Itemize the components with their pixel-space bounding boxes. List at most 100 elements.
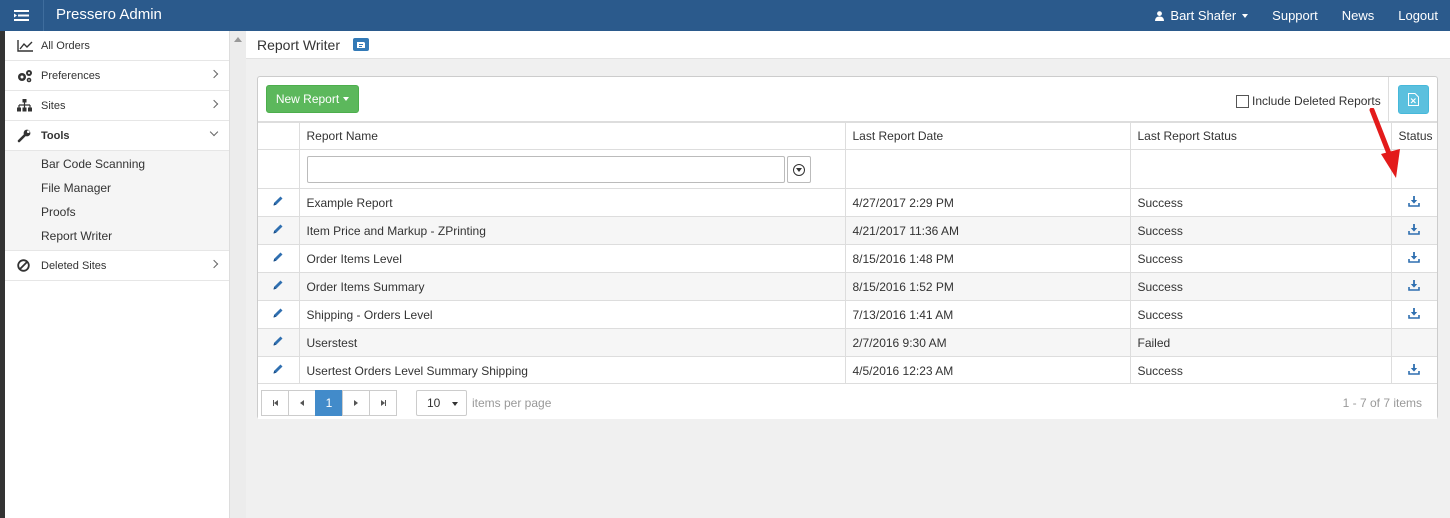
- last-report-date-cell: 4/5/2016 12:23 AM: [844, 356, 1131, 385]
- first-page-button[interactable]: [261, 390, 289, 416]
- prev-page-button[interactable]: [288, 390, 316, 416]
- caret-down-icon: [452, 402, 458, 406]
- app-title[interactable]: Pressero Admin: [56, 6, 162, 23]
- chevron-right-icon: [209, 69, 219, 79]
- include-deleted-checkbox[interactable]: [1236, 94, 1249, 108]
- submenu-item-file-manager[interactable]: File Manager: [5, 176, 229, 200]
- download-cell: [1390, 272, 1437, 301]
- page-size-select[interactable]: 10: [416, 390, 467, 416]
- edit-cell: [258, 216, 300, 245]
- user-name: Bart Shafer: [1170, 8, 1237, 23]
- table-row[interactable]: Usertest Orders Level Summary Shipping 4/…: [258, 356, 1437, 385]
- edit-pencil-icon[interactable]: [272, 308, 284, 322]
- items-per-page-label: items per page: [472, 396, 552, 410]
- filter-caret-icon: [795, 167, 802, 172]
- sidebar-item-tools[interactable]: Tools: [5, 121, 229, 151]
- last-report-date-cell: 8/15/2016 1:48 PM: [844, 244, 1131, 273]
- column-header-last-report-status[interactable]: Last Report Status: [1129, 122, 1392, 150]
- download-icon[interactable]: [1408, 280, 1421, 294]
- submenu-item-bar-code-scanning[interactable]: Bar Code Scanning: [5, 152, 229, 176]
- download-icon[interactable]: [1408, 224, 1421, 238]
- table-row[interactable]: Shipping - Orders Level 7/13/2016 1:41 AM…: [258, 300, 1437, 329]
- table-row[interactable]: Userstest 2/7/2016 9:30 AM Failed: [258, 328, 1437, 357]
- download-cell: [1390, 188, 1437, 217]
- report-info-icon[interactable]: [353, 38, 369, 51]
- table-row[interactable]: Example Report 4/27/2017 2:29 PM Success: [258, 188, 1437, 217]
- new-report-label: New Report: [275, 92, 340, 106]
- table-row[interactable]: Order Items Level 8/15/2016 1:48 PM Succes…: [258, 244, 1437, 273]
- edit-cell: [258, 300, 300, 329]
- edit-cell: [258, 244, 300, 273]
- download-icon[interactable]: [1408, 308, 1421, 322]
- pager-info: 1 - 7 of 7 items: [1342, 396, 1422, 410]
- submenu-item-proofs[interactable]: Proofs: [5, 200, 229, 224]
- report-name-cell: Example Report: [298, 188, 846, 217]
- sidebar-item-label: All Orders: [41, 39, 90, 52]
- next-page-button[interactable]: [342, 390, 370, 416]
- edit-cell: [258, 356, 300, 385]
- news-link[interactable]: News: [1342, 8, 1375, 23]
- user-menu[interactable]: Bart Shafer: [1155, 8, 1249, 23]
- filter-cell: [258, 149, 300, 189]
- last-report-status-cell: Success: [1129, 356, 1392, 385]
- file-excel-icon: [1408, 93, 1419, 106]
- include-deleted-toggle[interactable]: Include Deleted Reports: [1236, 94, 1381, 108]
- sidebar-item-all-orders[interactable]: All Orders: [5, 31, 229, 61]
- edit-pencil-icon[interactable]: [272, 224, 284, 238]
- logout-link[interactable]: Logout: [1398, 8, 1438, 23]
- menu-toggle-button[interactable]: [0, 0, 44, 31]
- report-name-cell: Userstest: [298, 328, 846, 357]
- download-icon[interactable]: [1408, 252, 1421, 266]
- new-report-button[interactable]: New Report: [266, 85, 359, 113]
- filter-cell: [1129, 149, 1392, 189]
- last-page-button[interactable]: [369, 390, 397, 416]
- sidebar-item-preferences[interactable]: Preferences: [5, 61, 229, 91]
- download-cell: [1390, 328, 1437, 357]
- chevron-down-icon: [209, 127, 219, 137]
- ban-icon: [17, 259, 35, 273]
- edit-pencil-icon[interactable]: [272, 364, 284, 378]
- filter-cell: [298, 149, 846, 189]
- edit-pencil-icon[interactable]: [272, 252, 284, 266]
- table-row[interactable]: Order Items Summary 8/15/2016 1:52 PM Succ…: [258, 272, 1437, 301]
- edit-pencil-icon[interactable]: [272, 196, 284, 210]
- gears-icon: [17, 69, 35, 83]
- last-report-status-cell: Success: [1129, 216, 1392, 245]
- report-name-cell: Shipping - Orders Level: [298, 300, 846, 329]
- annotation-arrow-icon: [1369, 108, 1400, 178]
- edit-pencil-icon[interactable]: [272, 336, 284, 350]
- report-name-filter-input[interactable]: [306, 155, 785, 183]
- download-icon[interactable]: [1408, 196, 1421, 210]
- last-report-status-cell: Success: [1129, 244, 1392, 273]
- last-report-status-cell: Failed: [1129, 328, 1392, 357]
- edit-cell: [258, 328, 300, 357]
- filter-row: [258, 149, 1437, 189]
- download-cell: [1390, 244, 1437, 273]
- last-report-status-cell: Success: [1129, 272, 1392, 301]
- sidebar-item-sites[interactable]: Sites: [5, 91, 229, 121]
- edit-pencil-icon[interactable]: [272, 280, 284, 294]
- sitemap-icon: [17, 99, 35, 113]
- sidebar-item-deleted-sites[interactable]: Deleted Sites: [5, 251, 229, 281]
- table-row[interactable]: Item Price and Markup - ZPrinting 4/21/20…: [258, 216, 1437, 245]
- user-icon: [1155, 10, 1165, 21]
- page-1-button[interactable]: 1: [315, 390, 343, 416]
- download-cell: [1390, 300, 1437, 329]
- scroll-up-arrow-icon[interactable]: [234, 37, 242, 42]
- column-header-last-report-date[interactable]: Last Report Date: [844, 122, 1131, 150]
- sidebar-scrollbar[interactable]: [230, 31, 246, 518]
- download-cell: [1390, 216, 1437, 245]
- column-header-report-name[interactable]: Report Name: [298, 122, 846, 150]
- caret-down-icon: [343, 97, 350, 101]
- filter-options-button[interactable]: [786, 155, 811, 183]
- sidebar-item-label: Sites: [41, 99, 66, 112]
- sidebar-item-label: Tools: [41, 129, 70, 142]
- page-size-value: 10: [427, 396, 441, 410]
- download-icon[interactable]: [1408, 364, 1421, 378]
- last-report-status-cell: Success: [1129, 188, 1392, 217]
- chevron-right-icon: [209, 99, 219, 109]
- last-report-date-cell: 8/15/2016 1:52 PM: [844, 272, 1131, 301]
- report-name-cell: Usertest Orders Level Summary Shipping: [298, 356, 846, 385]
- submenu-item-report-writer[interactable]: Report Writer: [5, 224, 229, 248]
- support-link[interactable]: Support: [1272, 8, 1318, 23]
